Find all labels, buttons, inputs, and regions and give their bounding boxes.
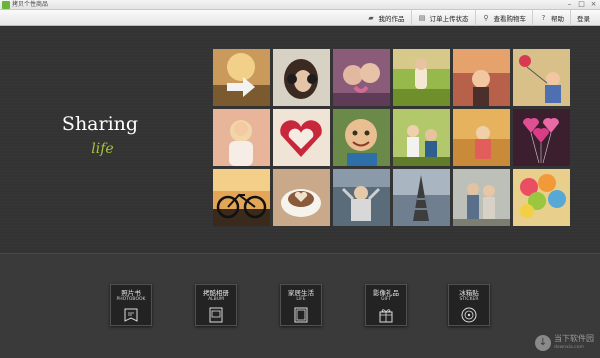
photo-tile bbox=[273, 169, 330, 226]
nav-login[interactable]: 登录 bbox=[570, 10, 596, 26]
category-life[interactable]: 家居生活 LIFE bbox=[280, 284, 322, 326]
photo-tile bbox=[333, 169, 390, 226]
download-icon: ↓ bbox=[535, 335, 551, 351]
category-photobook[interactable]: 照片书 PHOTOBOOK bbox=[110, 284, 152, 326]
photo-tile bbox=[393, 49, 450, 106]
photo-tile bbox=[273, 109, 330, 166]
photo-tile bbox=[213, 169, 270, 226]
watermark-url: downxia.com bbox=[554, 345, 584, 350]
maximize-icon[interactable]: □ bbox=[577, 0, 586, 9]
photo-tile bbox=[333, 49, 390, 106]
nav-help[interactable]: ? 帮助 bbox=[532, 10, 570, 26]
watermark-text: 当下软件园 bbox=[554, 334, 594, 343]
sticker-icon bbox=[461, 307, 477, 323]
photo-tile bbox=[393, 169, 450, 226]
main-banner: Sharing life bbox=[0, 27, 600, 253]
category-label: 冰箱贴 bbox=[459, 289, 479, 297]
photo-tile bbox=[453, 49, 510, 106]
photo-tile bbox=[513, 169, 570, 226]
category-sublabel: GIFT bbox=[380, 297, 392, 302]
title-bar: 拷贝个性商品 – □ × bbox=[0, 0, 600, 10]
help-icon: ? bbox=[541, 14, 546, 22]
photo-tile bbox=[513, 49, 570, 106]
nav-label: 帮助 bbox=[551, 15, 564, 23]
hero-subtitle: life bbox=[91, 141, 114, 157]
category-label: 影像礼品 bbox=[373, 289, 399, 297]
category-album[interactable]: 拷酷相册 ALBUM bbox=[195, 284, 237, 326]
nav-label: 登录 bbox=[577, 15, 590, 23]
album-icon bbox=[209, 307, 223, 323]
category-label: 拷酷相册 bbox=[203, 289, 229, 297]
app-logo-icon bbox=[2, 1, 10, 9]
category-gift[interactable]: 影像礼品 GIFT bbox=[365, 284, 407, 326]
category-sublabel: STICKER bbox=[459, 297, 479, 302]
category-bar: 照片书 PHOTOBOOK 拷酷相册 ALBUM 家居生活 LIFE 影像礼品 … bbox=[0, 253, 600, 358]
photobook-icon bbox=[124, 308, 138, 322]
photo-tile bbox=[453, 109, 510, 166]
category-sublabel: PHOTOBOOK bbox=[116, 297, 146, 302]
app-window: 拷贝个性商品 – □ × ▰ 我的作品 ▤ 订单上传状态 ⚲ 查看购物车 ? 帮… bbox=[0, 0, 600, 358]
photo-tile bbox=[453, 169, 510, 226]
folder-icon: ▰ bbox=[368, 14, 374, 22]
photo-tile bbox=[213, 109, 270, 166]
photo-tile bbox=[273, 49, 330, 106]
close-icon[interactable]: × bbox=[589, 0, 598, 9]
upload-icon: ▤ bbox=[418, 14, 426, 22]
nav-label: 我的作品 bbox=[378, 15, 405, 23]
nav-label: 订单上传状态 bbox=[429, 15, 469, 23]
nav-label: 查看购物车 bbox=[493, 15, 527, 23]
window-controls: – □ × bbox=[565, 0, 598, 10]
window-title: 拷贝个性商品 bbox=[12, 1, 49, 8]
category-label: 家居生活 bbox=[288, 289, 314, 297]
nav-order-upload-status[interactable]: ▤ 订单上传状态 bbox=[410, 10, 475, 26]
top-nav: ▰ 我的作品 ▤ 订单上传状态 ⚲ 查看购物车 ? 帮助 登录 bbox=[0, 10, 600, 26]
photo-grid bbox=[213, 49, 571, 227]
search-icon: ⚲ bbox=[483, 14, 489, 22]
nav-view-cart[interactable]: ⚲ 查看购物车 bbox=[474, 10, 533, 26]
minimize-icon[interactable]: – bbox=[565, 0, 574, 9]
photo-tile bbox=[393, 109, 450, 166]
photo-tile bbox=[333, 109, 390, 166]
category-label: 照片书 bbox=[121, 289, 141, 297]
category-sticker[interactable]: 冰箱贴 STICKER bbox=[448, 284, 490, 326]
nav-my-works[interactable]: ▰ 我的作品 bbox=[361, 10, 411, 26]
category-sublabel: LIFE bbox=[296, 297, 306, 302]
category-sublabel: ALBUM bbox=[208, 297, 224, 302]
photo-tile bbox=[213, 49, 270, 106]
photo-tile bbox=[513, 109, 570, 166]
frame-icon bbox=[294, 307, 308, 323]
hero-title: Sharing bbox=[61, 113, 139, 135]
watermark: ↓ 当下软件园 downxia.com bbox=[535, 334, 594, 352]
gift-icon bbox=[379, 309, 393, 323]
